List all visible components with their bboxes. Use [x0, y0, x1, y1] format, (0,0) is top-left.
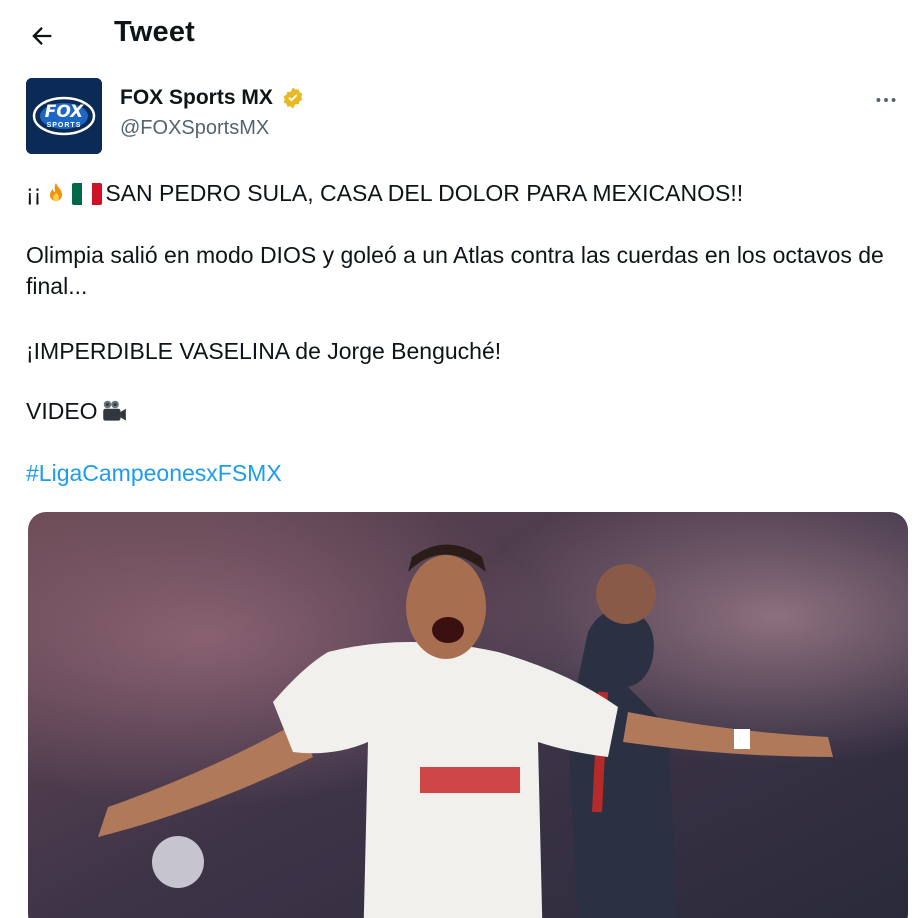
media-photo[interactable]	[28, 512, 908, 918]
hashtag-link[interactable]: #LigaCampeonesxFSMX	[26, 460, 282, 487]
fire-emoji	[50, 182, 63, 201]
avatar-logo-text: FOX	[44, 102, 84, 122]
player-celebration-photo	[28, 512, 908, 918]
back-button[interactable]	[22, 16, 62, 56]
tweet-paragraph-4: VIDEO	[26, 396, 898, 427]
more-dots-icon	[876, 98, 896, 102]
video-camera-emoji	[102, 400, 126, 421]
tweet-line-1-text: SAN PEDRO SULA, CASA DEL DOLOR PARA MEXI…	[105, 180, 744, 206]
avatar-logo-subtext: SPORTS	[46, 122, 82, 129]
tweet-line-1-prefix: ¡¡	[26, 180, 42, 206]
page-title: Tweet	[114, 16, 196, 48]
arrow-left-icon	[32, 27, 52, 45]
more-button[interactable]	[868, 82, 904, 118]
tweet-line-1: ¡¡ SAN PEDRO SULA, CASA DEL DOLOR PARA M…	[26, 178, 898, 209]
mexico-flag-emoji	[72, 182, 103, 205]
avatar[interactable]: FOX SPORTS	[26, 78, 102, 154]
header: Tweet	[0, 0, 918, 70]
author-name-text: FOX Sports MX	[120, 86, 273, 109]
tweet-paragraph-2: Olimpia salió en modo DIOS y goleó a un …	[26, 242, 884, 299]
author-name[interactable]: FOX Sports MX	[120, 86, 305, 110]
tweet-paragraph-4-text: VIDEO	[26, 398, 98, 424]
gold-verified-badge-icon	[283, 87, 303, 109]
tweet-paragraph-3: ¡IMPERDIBLE VASELINA de Jorge Benguché!	[26, 338, 502, 364]
author-handle[interactable]: @FOXSportsMX	[120, 117, 269, 140]
